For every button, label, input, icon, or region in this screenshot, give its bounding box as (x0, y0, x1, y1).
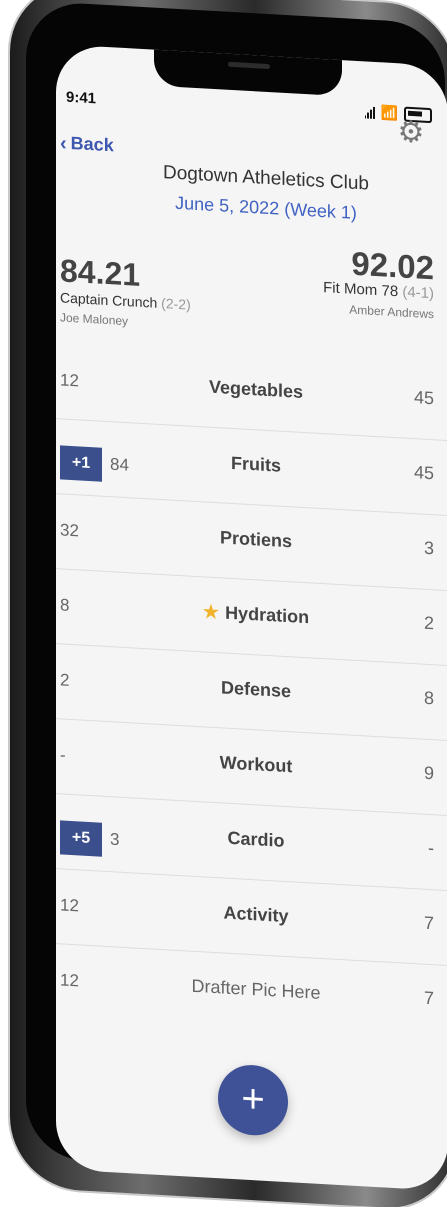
chevron-left-icon: ‹ (60, 131, 67, 155)
left-value: 2 (60, 670, 69, 691)
left-value-text: 3 (110, 829, 120, 850)
left-value-text: 32 (60, 520, 79, 541)
left-value-text: 12 (60, 970, 79, 991)
match-date: June 5, 2022 (Week 1) (175, 192, 357, 223)
left-score: 84.21 (60, 252, 141, 293)
right-team-record: (4-1) (402, 283, 434, 303)
left-value: - (60, 745, 66, 765)
device-frame: 9:41 📶 ‹ Back ⚙ Dogtown Atheletics Club … (0, 0, 447, 1207)
left-team-record: (2-2) (161, 295, 191, 313)
category-name: Workout (219, 752, 293, 777)
right-value: 9 (423, 762, 434, 784)
left-value-text: 12 (60, 895, 79, 916)
category-name: Fruits (230, 452, 281, 476)
right-value: 8 (423, 687, 434, 709)
phone-bezel: 9:41 📶 ‹ Back ⚙ Dogtown Atheletics Club … (26, 0, 447, 1192)
category-name: Cardio (227, 827, 285, 851)
back-label: Back (70, 132, 114, 156)
status-time: 9:41 (66, 88, 97, 108)
left-value-text: 12 (60, 370, 79, 391)
right-value: 45 (413, 387, 434, 409)
left-value: 8 (60, 595, 69, 616)
category-name: Drafter Pic Here (191, 975, 321, 1003)
category-list: 12 Vegetables 45 +1 84 Fruits 45 32 Proti… (56, 344, 447, 1040)
star-icon: ★ (202, 601, 220, 623)
notch (154, 47, 342, 97)
category-name: Activity (223, 902, 289, 927)
left-value: +5 3 (60, 820, 119, 857)
right-value: 3 (423, 537, 434, 559)
left-team: Captain Crunch (2-2) (60, 289, 191, 312)
category-name: ★ Hydration (136, 598, 376, 632)
category-name: Protiens (219, 527, 293, 552)
right-value: 7 (423, 987, 434, 1009)
left-value: +1 84 (60, 445, 129, 483)
right-team-name: Fit Mom 78 (323, 279, 399, 301)
left-value-text: - (60, 745, 66, 765)
right-value: 45 (413, 462, 434, 484)
speaker (228, 61, 270, 70)
add-button[interactable]: + (218, 1063, 288, 1138)
back-button[interactable]: ‹ Back (60, 132, 114, 156)
right-value: 7 (423, 912, 434, 934)
left-value: 32 (60, 520, 79, 541)
left-value-text: 2 (60, 670, 70, 690)
bonus-badge: +1 (60, 445, 102, 482)
left-value: 12 (60, 370, 79, 391)
left-value-text: 84 (110, 454, 129, 475)
club-name: Dogtown Atheletics Club (163, 162, 369, 195)
bonus-badge: +5 (60, 820, 102, 857)
signal-icon (364, 106, 375, 119)
phone-body: 9:41 📶 ‹ Back ⚙ Dogtown Atheletics Club … (10, 0, 447, 1207)
gear-icon[interactable]: ⚙ (394, 115, 428, 151)
left-value: 12 (60, 970, 79, 991)
category-name-text: Hydration (225, 602, 310, 628)
left-value-text: 8 (60, 595, 70, 615)
left-team-name: Captain Crunch (60, 289, 158, 311)
app-screen: 9:41 📶 ‹ Back ⚙ Dogtown Atheletics Club … (56, 44, 447, 1192)
right-value: - (428, 837, 434, 859)
category-name: Defense (220, 677, 292, 702)
right-value: 2 (423, 612, 434, 634)
left-owner: Joe Maloney (60, 310, 129, 329)
category-name: Vegetables (208, 376, 304, 402)
left-value: 12 (60, 895, 79, 916)
right-owner: Amber Andrews (349, 302, 434, 322)
